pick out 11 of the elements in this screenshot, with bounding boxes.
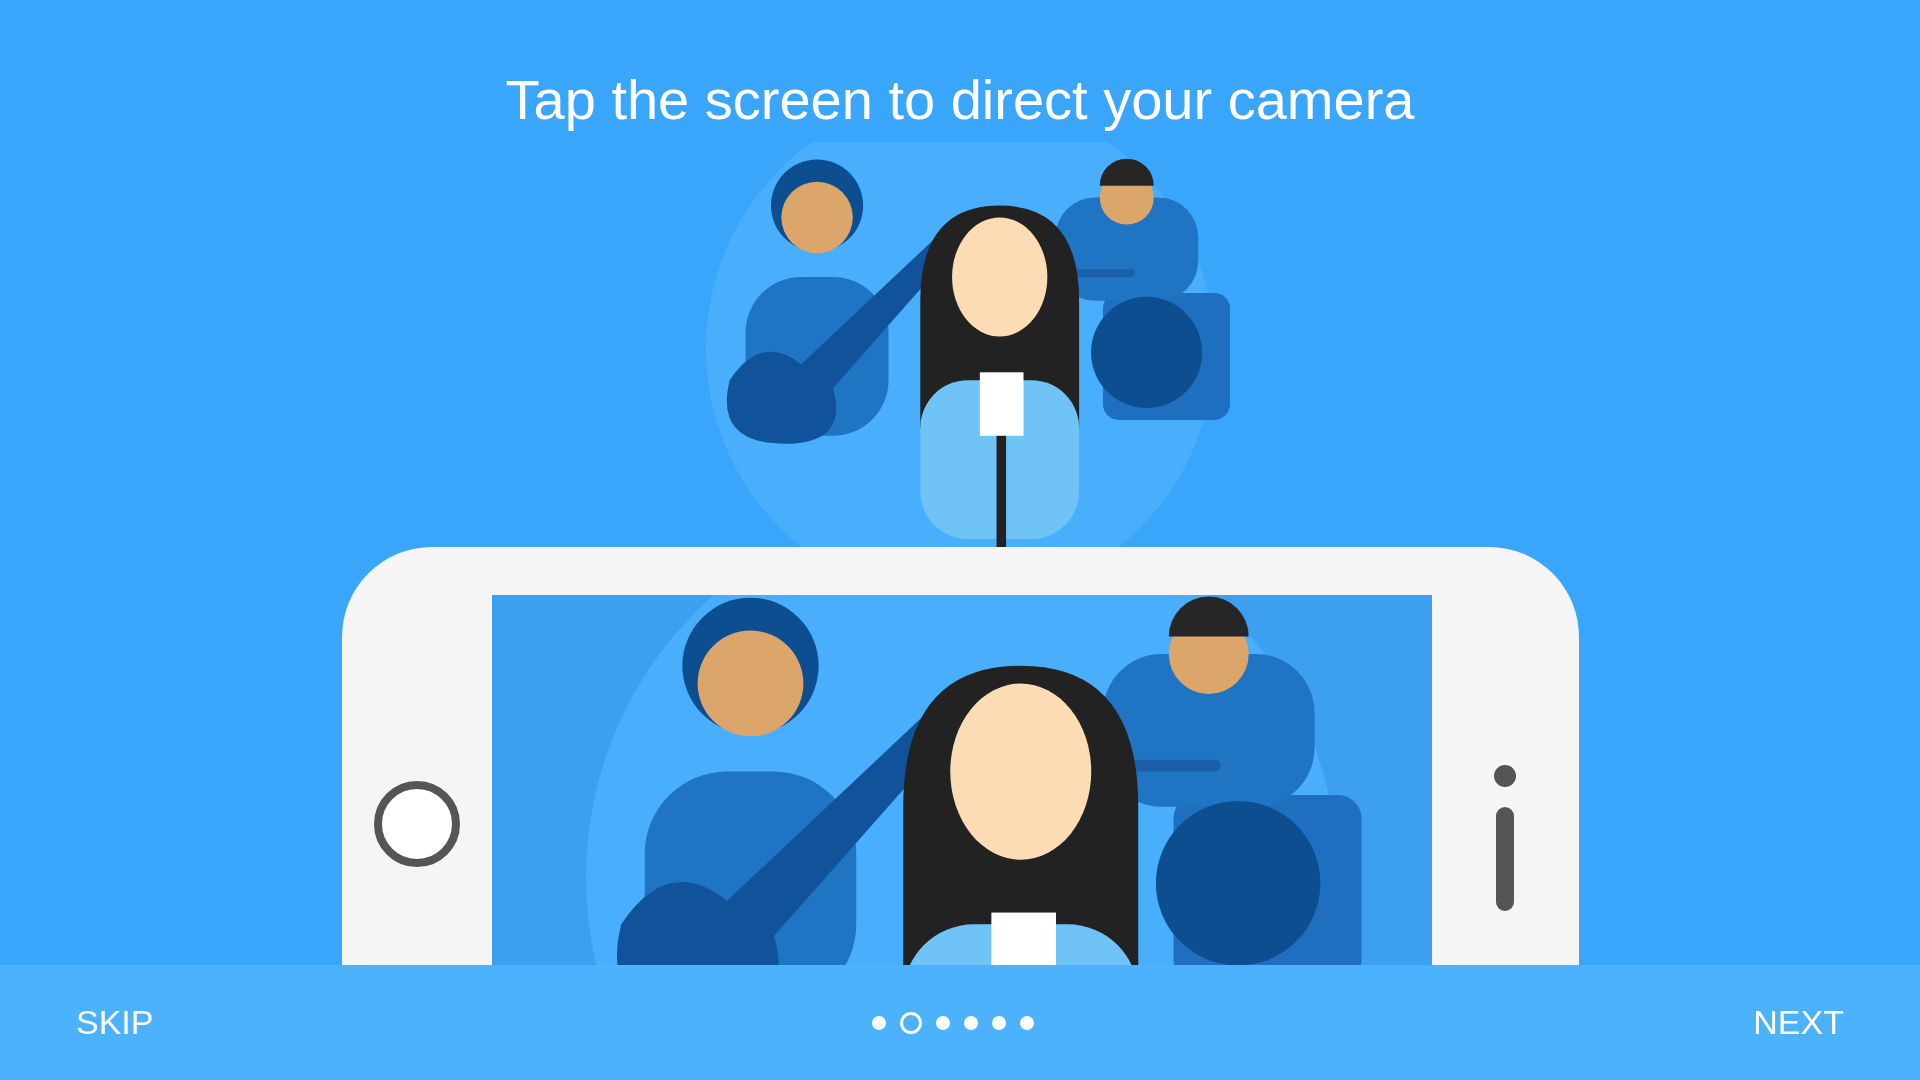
page-dot[interactable] bbox=[1020, 1015, 1035, 1030]
page-dot[interactable] bbox=[900, 1011, 923, 1034]
next-button[interactable]: NEXT bbox=[1753, 997, 1844, 1048]
camera-icon bbox=[1494, 765, 1516, 787]
page-dot[interactable] bbox=[964, 1015, 979, 1030]
speaker-icon bbox=[1496, 807, 1514, 911]
title: Tap the screen to direct your camera bbox=[505, 68, 1415, 132]
page-dot[interactable] bbox=[992, 1015, 1007, 1030]
page-dot[interactable] bbox=[936, 1015, 951, 1030]
skip-button[interactable]: SKIP bbox=[76, 997, 154, 1048]
page-dot[interactable] bbox=[872, 1015, 887, 1030]
